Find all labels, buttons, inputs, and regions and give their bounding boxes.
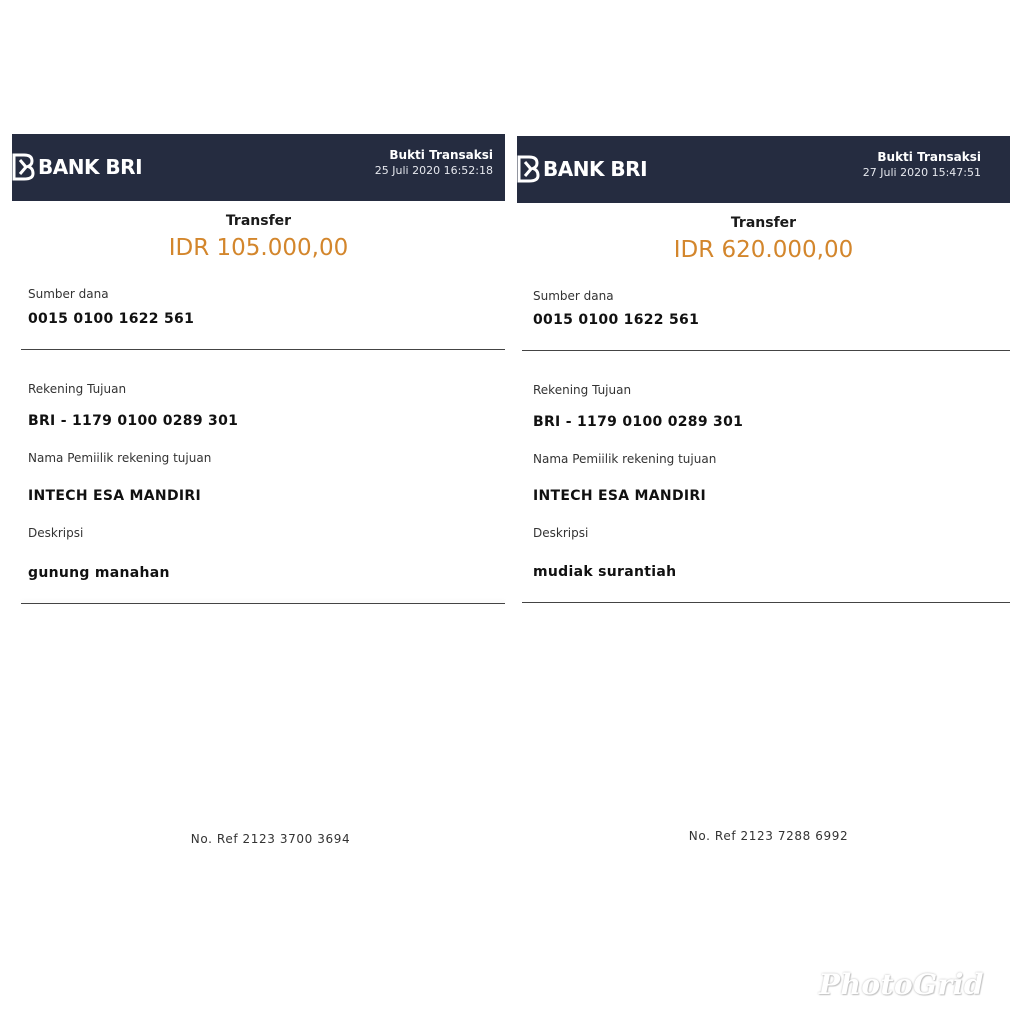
photogrid-watermark: PhotoGrid [818,968,984,1001]
reference-number: No. Ref 2123 3700 3694 [190,832,351,846]
header-datetime: 25 Juli 2020 16:52:18 [374,164,493,177]
desc-label: Deskripsi [28,526,84,540]
owner-label: Nama Pemiilik rekening tujuan [28,451,212,465]
bri-logo-icon [517,155,540,183]
dest-account: BRI - 1179 0100 0289 301 [28,413,239,429]
transaction-type: Transfer [730,215,797,231]
divider [21,349,505,350]
header-datetime: 27 Juli 2020 15:47:51 [862,166,981,179]
bank-logo: BANK BRI [12,150,143,184]
source-account: 0015 0100 1622 561 [533,312,700,328]
bank-logo: BANK BRI [517,152,648,186]
dest-account: BRI - 1179 0100 0289 301 [533,414,744,430]
dest-label: Rekening Tujuan [533,383,632,397]
description: mudiak surantiah [533,564,677,580]
owner-name: INTECH ESA MANDIRI [533,488,706,504]
receipt-right: BANK BRI Bukti Transaksi 27 Juli 2020 15… [517,0,1010,1024]
divider [21,603,505,604]
receipt-header: BANK BRI Bukti Transaksi 25 Juli 2020 16… [12,134,505,201]
divider [522,602,1010,603]
header-title: Bukti Transaksi [389,148,493,162]
desc-label: Deskripsi [533,526,589,540]
dest-label: Rekening Tujuan [28,382,127,396]
transfer-amount: IDR 620.000,00 [673,237,854,263]
owner-label: Nama Pemiilik rekening tujuan [533,452,717,466]
bank-name: BANK BRI [38,155,143,179]
description: gunung manahan [28,565,170,581]
source-label: Sumber dana [533,289,614,303]
divider [522,350,1010,351]
transaction-type: Transfer [225,213,292,229]
receipt-header: BANK BRI Bukti Transaksi 27 Juli 2020 15… [517,136,1010,203]
source-account: 0015 0100 1622 561 [28,311,195,327]
header-title: Bukti Transaksi [877,150,981,164]
bank-name: BANK BRI [543,157,648,181]
reference-number: No. Ref 2123 7288 6992 [688,829,849,843]
transfer-amount: IDR 105.000,00 [168,235,349,261]
owner-name: INTECH ESA MANDIRI [28,488,201,504]
receipt-left: BANK BRI Bukti Transaksi 25 Juli 2020 16… [12,0,505,1024]
source-label: Sumber dana [28,287,109,301]
bri-logo-icon [12,153,35,181]
